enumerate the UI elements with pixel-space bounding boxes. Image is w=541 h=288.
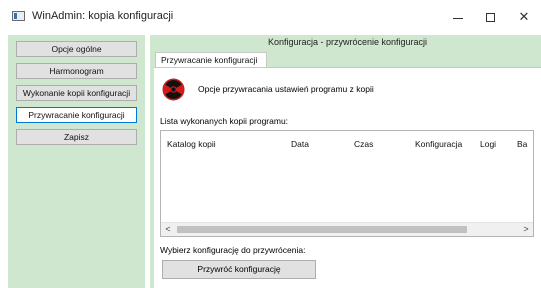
sidebar-item-restore-config[interactable]: Przywracanie konfiguracji <box>16 107 137 123</box>
minimize-icon <box>453 17 463 19</box>
column-header-ba[interactable]: Ba <box>517 139 527 149</box>
backup-list-label: Lista wykonanych kopii programu: <box>160 116 289 126</box>
app-window-icon <box>12 11 25 21</box>
backup-list[interactable]: Katalog kopii Data Czas Konfiguracja Log… <box>160 130 534 237</box>
sidebar-item-save[interactable]: Zapisz <box>16 129 137 145</box>
restore-config-button[interactable]: Przywróć konfigurację <box>162 260 316 279</box>
maximize-icon <box>485 12 495 22</box>
scroll-right-icon[interactable]: > <box>519 223 533 236</box>
horizontal-scrollbar[interactable]: < > <box>161 222 533 236</box>
sidebar: Opcje ogólne Harmonogram Wykonanie kopii… <box>8 35 145 288</box>
column-header-date[interactable]: Data <box>291 139 309 149</box>
radiation-icon <box>162 78 185 101</box>
sidebar-item-schedule[interactable]: Harmonogram <box>16 63 137 79</box>
scroll-left-icon[interactable]: < <box>161 223 175 236</box>
restore-options-text: Opcje przywracania ustawień programu z k… <box>198 84 374 94</box>
tab-restore-config[interactable]: Przywracanie konfiguracji <box>155 52 267 68</box>
select-config-label: Wybierz konfigurację do przywrócenia: <box>160 245 306 255</box>
column-header-logs[interactable]: Logi <box>480 139 496 149</box>
column-header-configuration[interactable]: Konfiguracja <box>415 139 462 149</box>
minimize-button[interactable] <box>444 6 472 28</box>
column-header-time[interactable]: Czas <box>354 139 373 149</box>
section-header: Konfiguracja - przywrócenie konfiguracji <box>267 37 428 47</box>
maximize-button[interactable] <box>476 6 504 28</box>
close-icon: ✕ <box>518 9 530 24</box>
column-header-directory[interactable]: Katalog kopii <box>167 139 216 149</box>
scrollbar-thumb[interactable] <box>177 226 467 233</box>
sidebar-item-backup-config[interactable]: Wykonanie kopii konfiguracji <box>16 85 137 101</box>
title-bar: WinAdmin: kopia konfiguracji ✕ <box>0 0 541 33</box>
close-button[interactable]: ✕ <box>510 6 538 28</box>
sidebar-item-general-options[interactable]: Opcje ogólne <box>16 41 137 57</box>
window-title: WinAdmin: kopia konfiguracji <box>32 10 174 22</box>
